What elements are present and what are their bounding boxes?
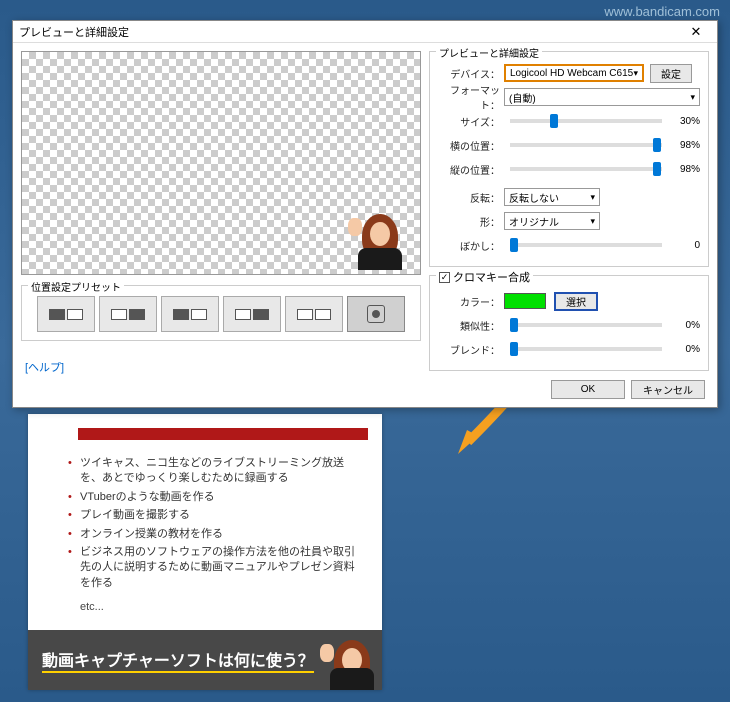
- chromakey-checkbox[interactable]: ✓: [439, 272, 450, 283]
- settings-dialog: プレビューと詳細設定 ✕ 位置設定プリセット [ヘルプ]: [12, 20, 718, 408]
- device-settings-button[interactable]: 設定: [650, 64, 692, 83]
- background-document: ツイキャス、ニコ生などのライブストリーミング放送を、あとでゆっくり楽しむために録…: [28, 414, 382, 690]
- red-bar: [78, 428, 368, 440]
- blend-label: ブレンド：: [438, 342, 504, 357]
- person-graphic: [316, 634, 378, 690]
- preset-btn-5[interactable]: [285, 296, 343, 332]
- webcam-overlay-person: [344, 208, 416, 270]
- settings-group: プレビューと詳細設定 デバイス： Logicool HD Webcam C615…: [429, 51, 709, 267]
- footer-question: 動画キャプチャーソフトは何に使う？: [42, 647, 314, 673]
- dialog-title: プレビューと詳細設定: [19, 24, 681, 40]
- help-link[interactable]: [ヘルプ]: [25, 359, 421, 375]
- chromakey-group: ✓ クロマキー合成 カラー： 選択 類似性： 0% ブレンド：: [429, 275, 709, 371]
- hpos-value: 98%: [668, 140, 700, 151]
- similarity-value: 0%: [668, 320, 700, 331]
- blur-label: ぼかし：: [438, 238, 504, 253]
- vpos-label: 縦の位置：: [438, 162, 504, 177]
- list-item: プレイ動画を撮影する: [68, 508, 362, 523]
- color-label: カラー：: [438, 294, 504, 309]
- blur-value: 0: [668, 240, 700, 251]
- blur-slider[interactable]: [510, 243, 662, 247]
- size-slider[interactable]: [510, 119, 662, 123]
- vpos-slider[interactable]: [510, 167, 662, 171]
- position-preset-group: 位置設定プリセット: [21, 285, 421, 341]
- list-item: オンライン授業の教材を作る: [68, 527, 362, 542]
- close-button[interactable]: ✕: [681, 24, 711, 40]
- settings-group-label: プレビューと詳細設定: [436, 45, 542, 60]
- ok-button[interactable]: OK: [551, 380, 625, 399]
- similarity-slider[interactable]: [510, 323, 662, 327]
- vpos-value: 98%: [668, 164, 700, 175]
- blend-value: 0%: [668, 344, 700, 355]
- flip-label: 反転：: [438, 190, 504, 205]
- bullet-list: ツイキャス、ニコ生などのライブストリーミング放送を、あとでゆっくり楽しむために録…: [68, 456, 362, 591]
- cancel-button[interactable]: キャンセル: [631, 380, 705, 399]
- shape-select[interactable]: オリジナル: [504, 212, 600, 230]
- list-item: ツイキャス、ニコ生などのライブストリーミング放送を、あとでゆっくり楽しむために録…: [68, 456, 362, 487]
- preset-btn-1[interactable]: [37, 296, 95, 332]
- footer-bar: 動画キャプチャーソフトは何に使う？: [28, 630, 382, 690]
- preset-btn-2[interactable]: [99, 296, 157, 332]
- flip-select[interactable]: 反転しない: [504, 188, 600, 206]
- size-value: 30%: [668, 116, 700, 127]
- list-item: ビジネス用のソフトウェアの操作方法を他の社員や取引先の人に説明するために動画マニ…: [68, 545, 362, 591]
- similarity-label: 類似性：: [438, 318, 504, 333]
- preview-area: [21, 51, 421, 275]
- watermark-text: www.bandicam.com: [604, 4, 720, 19]
- size-label: サイズ：: [438, 114, 504, 129]
- blend-slider[interactable]: [510, 347, 662, 351]
- preset-btn-3[interactable]: [161, 296, 219, 332]
- preset-group-label: 位置設定プリセット: [28, 279, 124, 294]
- preset-btn-4[interactable]: [223, 296, 281, 332]
- device-label: デバイス：: [438, 66, 504, 81]
- list-item: VTuberのような動画を作る: [68, 490, 362, 505]
- format-label: フォーマット：: [438, 82, 504, 112]
- hpos-label: 横の位置：: [438, 138, 504, 153]
- preset-btn-6[interactable]: [347, 296, 405, 332]
- device-select[interactable]: Logicool HD Webcam C615: [504, 64, 644, 82]
- etc-text: etc...: [80, 601, 362, 613]
- color-select-button[interactable]: 選択: [554, 292, 598, 311]
- format-select[interactable]: (自動): [504, 88, 700, 106]
- chromakey-label: ✓ クロマキー合成: [436, 269, 533, 285]
- chromakey-checkbox-label: クロマキー合成: [453, 269, 530, 285]
- shape-label: 形：: [438, 214, 504, 229]
- titlebar: プレビューと詳細設定 ✕: [13, 21, 717, 43]
- color-swatch: [504, 293, 546, 309]
- hpos-slider[interactable]: [510, 143, 662, 147]
